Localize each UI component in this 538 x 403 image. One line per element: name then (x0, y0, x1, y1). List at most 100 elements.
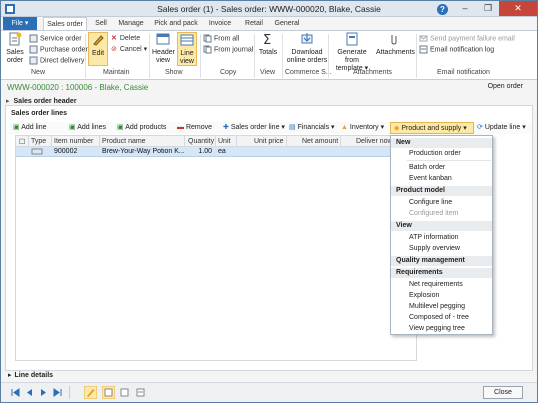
close-window-button[interactable]: ✕ (499, 1, 537, 16)
email-notification-log-button[interactable]: Email notification log (419, 45, 494, 54)
line-view-icon (180, 34, 194, 46)
ribbon-separator (85, 34, 86, 78)
attach-icon[interactable] (120, 388, 129, 397)
header-view-icon (156, 33, 170, 45)
menu-item-view-pegging-tree[interactable]: View pegging tree (409, 324, 465, 334)
chevron-right-icon: ▸ (8, 372, 12, 379)
grid-view-icon[interactable] (102, 386, 115, 399)
add-line-button[interactable]: ▣ Add line (13, 123, 46, 133)
tab-sales-order[interactable]: Sales order (43, 17, 87, 30)
direct-delivery-button[interactable]: Direct delivery (29, 56, 84, 65)
add-products-button[interactable]: ▣ Add products (117, 123, 166, 133)
paperclip-icon (391, 35, 397, 45)
copy-icon (203, 34, 212, 43)
pencil-icon (93, 35, 104, 46)
cell-unit[interactable]: ea (218, 148, 226, 155)
ribbon-separator (282, 34, 283, 78)
purchase-order-button[interactable]: Purchase order (29, 45, 88, 54)
title-bar: Sales order (1) - Sales order: WWW-00002… (1, 1, 537, 17)
financials-menu[interactable]: ▤ Financials ▾ (289, 123, 335, 133)
cell-item-number[interactable]: 900002 (54, 148, 77, 155)
copy-from-journal-button[interactable]: From journal (203, 45, 253, 54)
product-supply-icon: ◆ (394, 125, 400, 132)
edit-button[interactable]: Edit (88, 32, 108, 66)
select-all-checkbox[interactable]: ☐ (19, 138, 25, 146)
menu-item-supply-overview[interactable]: Supply overview (409, 244, 460, 254)
generate-from-template-button[interactable]: Generate from template ▾ (330, 32, 374, 73)
table-row[interactable]: 900002 Brew-Your-Way Potion K... 1.00 ea (16, 147, 416, 157)
menu-item-composed-of-tree[interactable]: Composed of - tree (409, 313, 469, 323)
last-record-icon[interactable] (53, 388, 62, 397)
first-record-icon[interactable] (11, 388, 20, 397)
delete-icon: ✕ (111, 35, 117, 42)
menu-item-net-requirements[interactable]: Net requirements (409, 280, 463, 290)
log-icon (419, 45, 428, 54)
new-sales-order-button[interactable]: Sales order (5, 32, 25, 65)
line-view-button[interactable]: Line view (177, 32, 197, 66)
copy-from-all-button[interactable]: From all (203, 34, 239, 43)
previous-record-icon[interactable] (25, 388, 34, 397)
tab-general[interactable]: General (273, 17, 301, 30)
update-icon: ⟳ (477, 124, 483, 131)
column-header-item-number[interactable]: Item number (54, 138, 93, 145)
add-lines-button[interactable]: ▣ Add lines (69, 123, 106, 133)
column-header-quantity[interactable]: Quantity (188, 138, 214, 145)
remove-icon: ▬ (177, 124, 184, 131)
tab-file[interactable]: File ▾ (3, 17, 37, 30)
grid-header: ☐ Type Item number Product name Quantity… (16, 136, 416, 147)
cancel-button[interactable]: ⊘ Cancel ▾ (111, 45, 147, 53)
help-icon[interactable]: ? (437, 4, 448, 15)
service-order-icon (29, 34, 38, 43)
column-header-unit[interactable]: Unit (218, 138, 230, 145)
update-line-menu[interactable]: ⟳ Update line ▾ (477, 123, 526, 133)
group-label-copy: Copy (220, 69, 237, 76)
column-header-unit-price[interactable]: Unit price (254, 138, 284, 145)
menu-item-configure-line[interactable]: Configure line (409, 198, 452, 208)
menu-item-multilevel-pegging[interactable]: Multilevel pegging (409, 302, 465, 312)
menu-item-atp-information[interactable]: ATP information (409, 233, 459, 243)
menu-item-configured-item[interactable]: Configured item (409, 209, 458, 219)
column-header-net-amount[interactable]: Net amount (302, 138, 338, 145)
column-header-deliver-now[interactable]: Deliver now (356, 138, 393, 145)
menu-item-event-kanban[interactable]: Event kanban (409, 174, 452, 184)
fasttab-line-details[interactable]: ▸ Line details (5, 371, 533, 381)
tab-retail[interactable]: Retail (241, 17, 267, 30)
menu-group-quality-management: Quality management (391, 256, 492, 266)
menu-item-batch-order[interactable]: Batch order (409, 163, 445, 173)
group-label-show: Show (165, 69, 183, 76)
menu-item-production-order[interactable]: Production order (409, 149, 461, 159)
product-and-supply-menu[interactable]: ◆ Product and supply ▾ (390, 122, 474, 134)
direct-delivery-icon (29, 56, 38, 65)
maximize-button[interactable]: ❐ (477, 1, 499, 16)
totals-button[interactable]: Σ Totals (257, 32, 279, 57)
remove-button[interactable]: ▬ Remove (177, 123, 212, 133)
next-record-icon[interactable] (39, 388, 48, 397)
tab-pick-and-pack[interactable]: Pick and pack (153, 17, 199, 30)
sales-order-line-menu[interactable]: ✚ Sales order line ▾ (223, 123, 285, 133)
tab-invoice[interactable]: Invoice (205, 17, 235, 30)
cell-product-name[interactable]: Brew-Your-Way Potion K... (102, 148, 184, 155)
column-header-type[interactable]: Type (31, 138, 46, 145)
mail-icon (419, 35, 428, 42)
download-online-orders-button[interactable]: Download online orders (285, 32, 329, 65)
sales-order-window: Sales order (1) - Sales order: WWW-00002… (0, 0, 538, 403)
group-label-commerce: Commerce S... (285, 69, 332, 76)
tab-manage[interactable]: Manage (115, 17, 147, 30)
close-button[interactable]: Close (483, 386, 523, 399)
minimize-button[interactable]: – (454, 1, 476, 16)
group-label-maintain: Maintain (103, 69, 130, 76)
menu-item-explosion[interactable]: Explosion (409, 291, 439, 301)
attachments-button[interactable]: Attachments (376, 32, 415, 57)
cell-quantity[interactable]: 1.00 (192, 148, 212, 155)
document-icon[interactable] (136, 388, 145, 397)
header-view-button[interactable]: Header view (152, 32, 175, 65)
inventory-menu[interactable]: ▲ Inventory ▾ (341, 123, 384, 133)
delete-button[interactable]: ✕ Delete (111, 34, 140, 42)
edit-mode-icon[interactable] (84, 386, 97, 399)
column-header-product-name[interactable]: Product name (102, 138, 146, 145)
section-title-sales-order-lines: Sales order lines (11, 110, 68, 117)
tab-sell[interactable]: Sell (91, 17, 111, 30)
send-payment-failure-email-button[interactable]: Send payment failure email (419, 34, 515, 43)
service-order-button[interactable]: Service order (29, 34, 82, 43)
record-bar: WWW-000020 : 100006 - Blake, Cassie Open… (1, 81, 537, 94)
